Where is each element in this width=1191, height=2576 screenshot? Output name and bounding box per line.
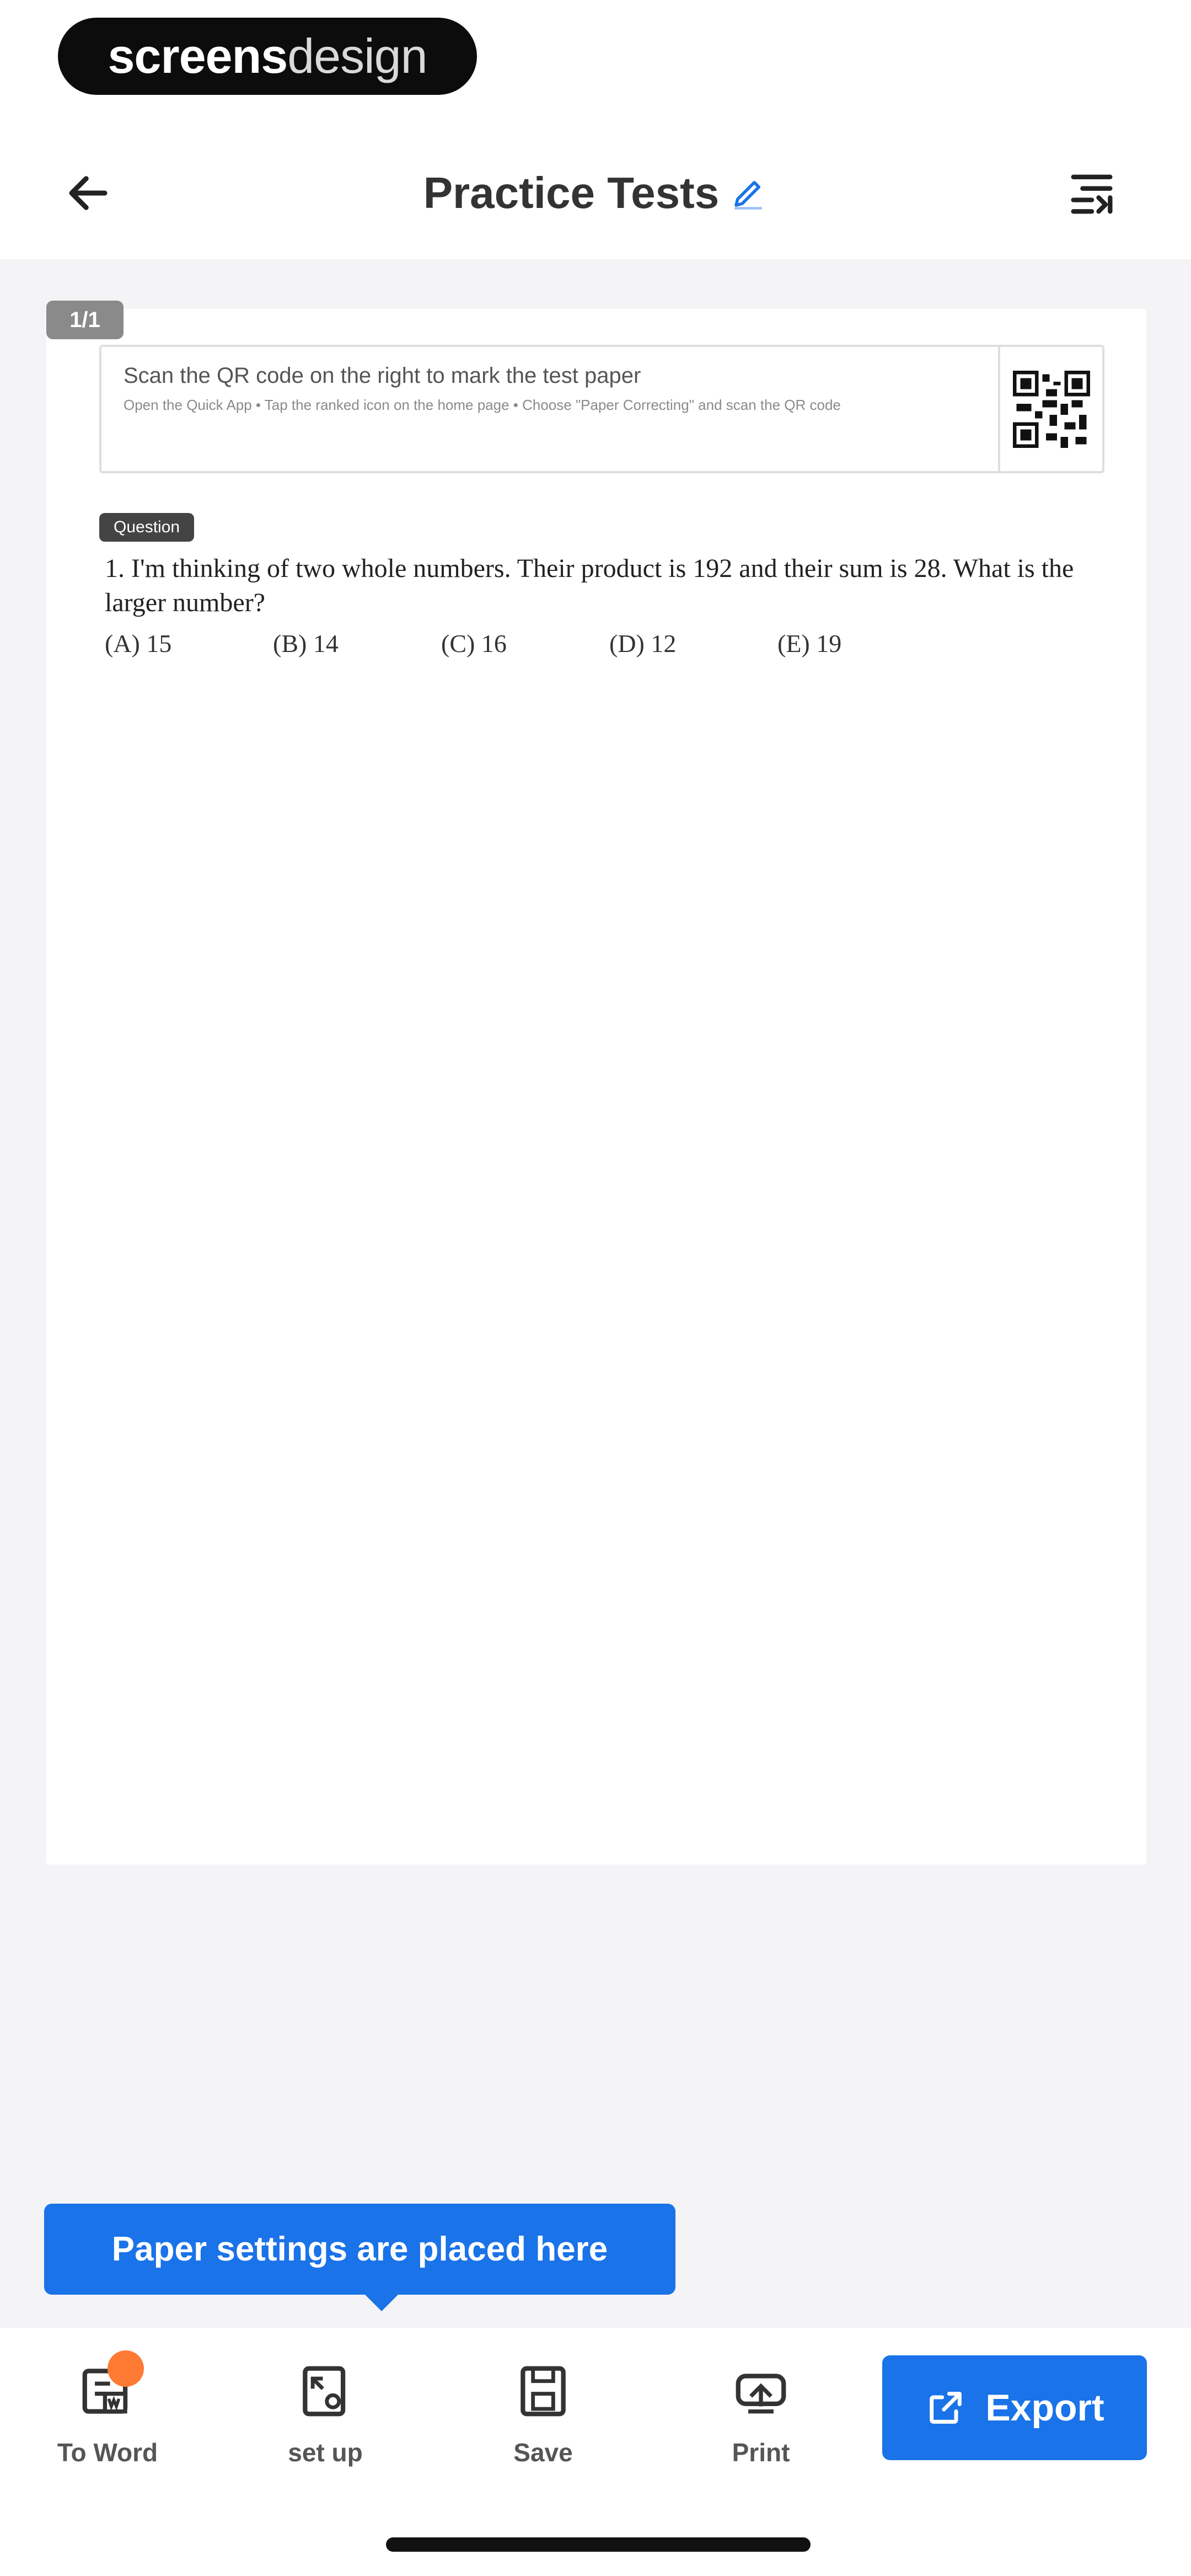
app-header: Practice Tests xyxy=(0,127,1191,259)
qr-code-icon xyxy=(1012,370,1090,448)
option-d[interactable]: (D) 12 xyxy=(609,629,777,658)
setup-label: set up xyxy=(288,2438,363,2467)
notification-badge xyxy=(108,2350,144,2387)
page-number-badge: 1/1 xyxy=(46,301,124,339)
option-b[interactable]: (B) 14 xyxy=(273,629,441,658)
content-area[interactable]: 1/1 Scan the QR code on the right to mar… xyxy=(0,259,1191,2328)
qr-instructions-text: Scan the QR code on the right to mark th… xyxy=(101,347,998,471)
test-paper xyxy=(46,309,1146,1864)
option-e[interactable]: (E) 19 xyxy=(777,629,946,658)
to-word-icon-wrap xyxy=(74,2350,144,2424)
answer-options: (A) 15 (B) 14 (C) 16 (D) 12 (E) 19 xyxy=(105,629,946,658)
outline-menu-button[interactable] xyxy=(1059,160,1125,226)
print-icon xyxy=(736,2374,786,2414)
qr-code xyxy=(998,347,1102,471)
save-icon-wrap xyxy=(510,2358,576,2424)
watermark-part2: design xyxy=(287,29,427,83)
page-settings-icon xyxy=(303,2366,346,2417)
question-tag: Question xyxy=(99,513,195,542)
qr-instructions-detail: Open the Quick App • Tap the ranked icon… xyxy=(124,397,841,413)
export-label: Export xyxy=(985,2387,1104,2429)
external-link-icon xyxy=(930,2392,962,2424)
print-icon-wrap xyxy=(728,2358,794,2424)
option-a[interactable]: (A) 15 xyxy=(105,629,273,658)
to-word-label: To Word xyxy=(57,2438,158,2467)
watermark-part1: screens xyxy=(108,29,288,83)
to-word-button[interactable]: To Word xyxy=(36,2350,179,2496)
print-label: Print xyxy=(732,2438,790,2467)
edit-title-button[interactable] xyxy=(729,174,768,212)
list-menu-icon xyxy=(1071,174,1113,214)
question-text: 1. I'm thinking of two whole numbers. Th… xyxy=(105,554,1074,617)
qr-instructions-title: Scan the QR code on the right to mark th… xyxy=(124,364,641,388)
setup-button[interactable]: set up xyxy=(254,2358,397,2496)
setup-icon-wrap xyxy=(292,2358,358,2424)
home-indicator[interactable] xyxy=(386,2537,811,2552)
qr-instructions-box: Scan the QR code on the right to mark th… xyxy=(99,345,1104,473)
save-button[interactable]: Save xyxy=(471,2358,615,2496)
screensdesign-watermark: screens design xyxy=(58,18,477,95)
page-title-text: Practice Tests xyxy=(423,168,720,217)
print-button[interactable]: Print xyxy=(689,2358,833,2496)
pencil-icon xyxy=(734,181,763,210)
paper-settings-tooltip: Paper settings are placed here xyxy=(44,2204,675,2311)
page-title: Practice Tests xyxy=(0,160,1191,226)
export-button[interactable]: Export xyxy=(882,2355,1147,2460)
save-icon xyxy=(521,2366,566,2417)
save-label: Save xyxy=(513,2438,573,2467)
option-c[interactable]: (C) 16 xyxy=(441,629,609,658)
